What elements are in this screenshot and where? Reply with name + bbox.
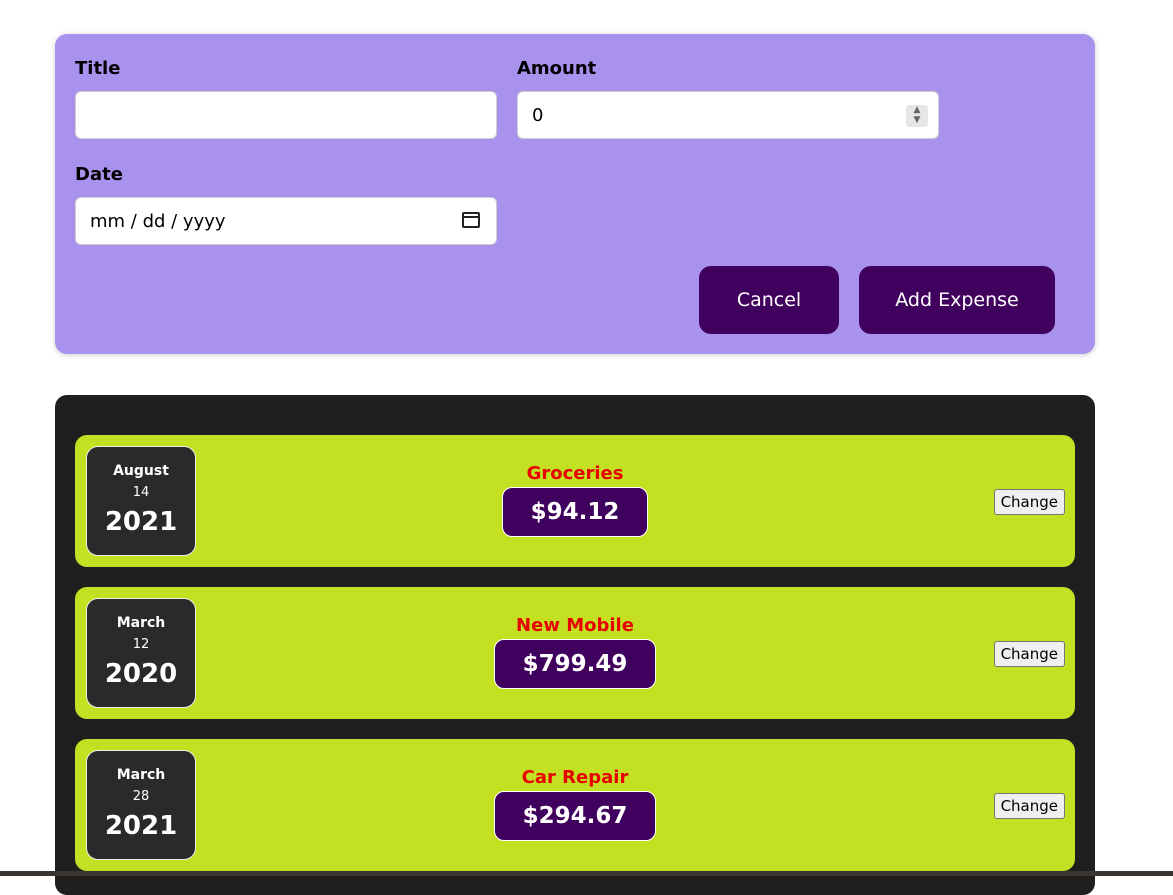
calendar-icon[interactable]: [462, 212, 480, 228]
number-spinner-icon[interactable]: ▲ ▼: [906, 105, 928, 127]
expense-item: August 14 2021 Groceries $94.12 Change: [75, 435, 1075, 567]
amount-input[interactable]: 0 ▲ ▼: [517, 91, 939, 139]
expense-title: Car Repair: [521, 767, 629, 788]
expense-list: August 14 2021 Groceries $94.12 Change M…: [55, 395, 1095, 895]
expense-price: $799.49: [493, 639, 657, 689]
expense-price-wrap: $94.12: [75, 487, 1075, 537]
new-expense-form: Title Amount 0 ▲ ▼ Date mm / dd / yyyy Ca…: [55, 34, 1095, 354]
title-input[interactable]: [75, 91, 497, 139]
window-bottom-edge: [0, 871, 1173, 876]
date-label: Date: [75, 164, 123, 185]
expense-item: March 12 2020 New Mobile $799.49 Change: [75, 587, 1075, 719]
date-input[interactable]: mm / dd / yyyy: [75, 197, 497, 245]
expense-item: March 28 2021 Car Repair $294.67 Change: [75, 739, 1075, 871]
title-label: Title: [75, 58, 121, 79]
amount-label: Amount: [517, 58, 597, 79]
change-button[interactable]: Change: [993, 489, 1065, 515]
amount-input-value: 0: [532, 105, 544, 126]
date-input-placeholder: mm / dd / yyyy: [90, 211, 226, 232]
expense-price: $94.12: [501, 487, 649, 537]
change-button[interactable]: Change: [993, 641, 1065, 667]
change-button[interactable]: Change: [993, 793, 1065, 819]
expense-title: Groceries: [526, 463, 624, 484]
expense-price: $294.67: [493, 791, 657, 841]
add-expense-button[interactable]: Add Expense: [859, 266, 1055, 334]
expense-price-wrap: $799.49: [75, 639, 1075, 689]
expense-title: New Mobile: [516, 615, 634, 636]
cancel-button[interactable]: Cancel: [699, 266, 839, 334]
expense-price-wrap: $294.67: [75, 791, 1075, 841]
